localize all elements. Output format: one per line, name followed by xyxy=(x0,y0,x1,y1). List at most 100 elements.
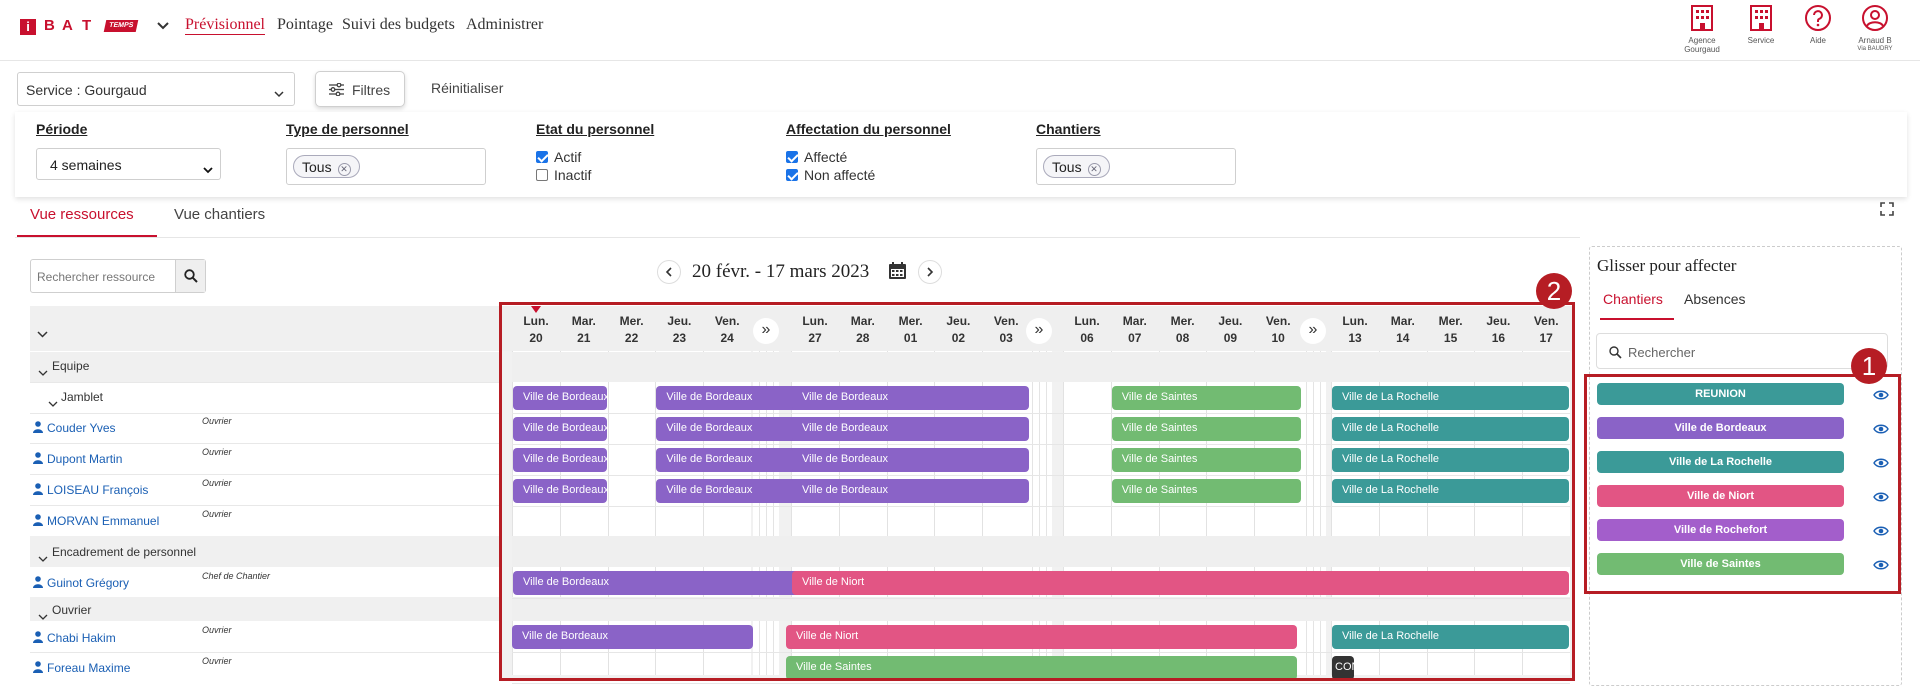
chevron-down-icon xyxy=(274,85,284,101)
resource-name[interactable]: Guinot Grégory xyxy=(47,576,129,590)
collapse-all-icon[interactable] xyxy=(37,325,48,343)
service-select[interactable]: Service : Gourgaud xyxy=(17,72,295,106)
annotation-highlight-list xyxy=(1584,374,1901,594)
type-personnel-select[interactable]: Tous ✕ xyxy=(286,148,486,185)
group-label: Ouvrier xyxy=(52,603,92,617)
service-select-value: Service : Gourgaud xyxy=(26,82,147,98)
chevron-down-icon xyxy=(203,161,213,177)
sliders-icon xyxy=(329,82,344,99)
person-icon xyxy=(33,483,43,495)
group-row-equipe[interactable] xyxy=(30,352,500,382)
date-range-title: 20 févr. - 17 mars 2023 xyxy=(692,261,870,282)
logo-letter: T xyxy=(82,17,92,34)
resource-name[interactable]: LOISEAU François xyxy=(47,483,148,497)
team-label: Jamblet xyxy=(61,390,104,404)
chevron-down-icon[interactable] xyxy=(38,549,48,567)
chevron-down-icon[interactable] xyxy=(48,394,58,412)
nav-previsionnel[interactable]: Prévisionnel xyxy=(185,16,265,35)
service-button[interactable]: Service xyxy=(1737,4,1785,45)
chip-label: Tous xyxy=(1052,159,1082,175)
periode-select[interactable]: 4 semaines xyxy=(36,148,221,180)
filters-button[interactable]: Filtres xyxy=(315,71,405,107)
resource-name[interactable]: MORVAN Emmanuel xyxy=(47,514,159,528)
actif-label: Actif xyxy=(554,149,582,165)
row-divider xyxy=(30,382,500,383)
actif-checkbox[interactable]: Actif xyxy=(536,149,581,165)
chantiers-chip: Tous ✕ xyxy=(1043,155,1110,178)
affectation-label: Affectation du personnel xyxy=(786,121,951,137)
fullscreen-icon[interactable] xyxy=(1880,202,1894,221)
non-affecte-checkbox[interactable]: Non affecté xyxy=(786,167,875,183)
checkbox-checked[interactable] xyxy=(786,169,798,181)
group-label: Equipe xyxy=(52,359,90,373)
nav-administrer[interactable]: Administrer xyxy=(466,16,543,34)
service-label: Service xyxy=(1747,36,1775,45)
checkbox-unchecked[interactable] xyxy=(536,169,548,181)
chevron-down-icon[interactable] xyxy=(156,18,170,36)
resource-name[interactable]: Dupont Martin xyxy=(47,452,122,466)
annotation-highlight-grid xyxy=(499,302,1575,681)
resource-role: Ouvrier xyxy=(202,509,232,519)
user-menu-button[interactable]: Arnaud B Via BAUDRY xyxy=(1851,4,1899,54)
checkbox-checked[interactable] xyxy=(786,151,798,163)
person-icon xyxy=(33,452,43,464)
resource-role: Ouvrier xyxy=(202,447,232,457)
help-button[interactable]: Aide xyxy=(1794,4,1842,45)
group-label: Encadrement de personnel xyxy=(52,545,197,559)
periode-label: Période xyxy=(36,121,88,137)
row-divider xyxy=(30,505,500,506)
resource-name[interactable]: Chabi Hakim xyxy=(47,631,116,645)
top-navigation-bar: i B A T TEMPS Prévisionnel Pointage Suiv… xyxy=(0,0,1920,61)
reset-button[interactable]: Réinitialiser xyxy=(431,80,503,96)
person-icon xyxy=(33,661,43,673)
nav-suivi-budgets[interactable]: Suivi des budgets xyxy=(342,16,455,34)
user-icon xyxy=(1862,5,1888,31)
chantier-search-input[interactable]: Rechercher xyxy=(1628,345,1695,360)
chantier-search[interactable]: Rechercher xyxy=(1596,333,1888,369)
previous-period-button[interactable] xyxy=(657,260,681,284)
person-icon xyxy=(33,421,43,433)
chevron-right-icon xyxy=(927,267,934,277)
person-icon xyxy=(33,514,43,526)
agency-button[interactable]: Agence Gourgaud xyxy=(1678,4,1726,54)
inactif-checkbox[interactable]: Inactif xyxy=(536,167,591,183)
remove-chip-icon[interactable]: ✕ xyxy=(1087,163,1101,176)
resource-name[interactable]: Couder Yves xyxy=(47,421,116,435)
chevron-down-icon[interactable] xyxy=(38,363,48,381)
user-name: Arnaud B xyxy=(1858,36,1892,45)
tabs-divider xyxy=(15,237,1580,238)
group-row-ouvrier[interactable] xyxy=(30,597,500,621)
help-icon xyxy=(1805,5,1831,31)
checkbox-checked[interactable] xyxy=(536,151,548,163)
affecte-label: Affecté xyxy=(804,149,848,165)
tab-vue-ressources[interactable]: Vue ressources xyxy=(30,206,134,223)
resource-header-row xyxy=(30,306,500,351)
next-period-button[interactable] xyxy=(918,260,942,284)
type-personnel-label: Type de personnel xyxy=(286,121,409,137)
tab-vue-chantiers[interactable]: Vue chantiers xyxy=(174,206,265,223)
row-divider xyxy=(30,652,500,653)
agency-label-1: Agence xyxy=(1688,36,1716,45)
resource-name[interactable]: Foreau Maxime xyxy=(47,661,130,675)
nav-pointage[interactable]: Pointage xyxy=(277,16,333,34)
chevron-left-icon xyxy=(665,267,672,277)
calendar-icon[interactable] xyxy=(888,261,907,285)
remove-chip-icon[interactable]: ✕ xyxy=(337,163,351,176)
user-company: Via BAUDRY xyxy=(1857,46,1893,52)
non-affecte-label: Non affecté xyxy=(804,167,876,183)
annotation-badge: 2 xyxy=(1536,273,1572,309)
chantiers-select[interactable]: Tous ✕ xyxy=(1036,148,1236,185)
active-tab-indicator xyxy=(17,235,157,237)
resource-search-input[interactable]: Rechercher ressource xyxy=(37,270,155,284)
assign-panel-title: Glisser pour affecter xyxy=(1597,256,1737,275)
chevron-down-icon[interactable] xyxy=(38,607,48,625)
tab-chantiers[interactable]: Chantiers xyxy=(1603,291,1663,307)
resource-search[interactable]: Rechercher ressource xyxy=(30,259,206,293)
chantiers-label: Chantiers xyxy=(1036,121,1101,137)
logo-mark[interactable]: i xyxy=(20,19,36,35)
affecte-checkbox[interactable]: Affecté xyxy=(786,149,847,165)
help-label: Aide xyxy=(1809,36,1826,45)
annotation-badge: 1 xyxy=(1851,348,1887,384)
tab-absences[interactable]: Absences xyxy=(1684,291,1745,307)
search-button[interactable] xyxy=(175,260,205,292)
